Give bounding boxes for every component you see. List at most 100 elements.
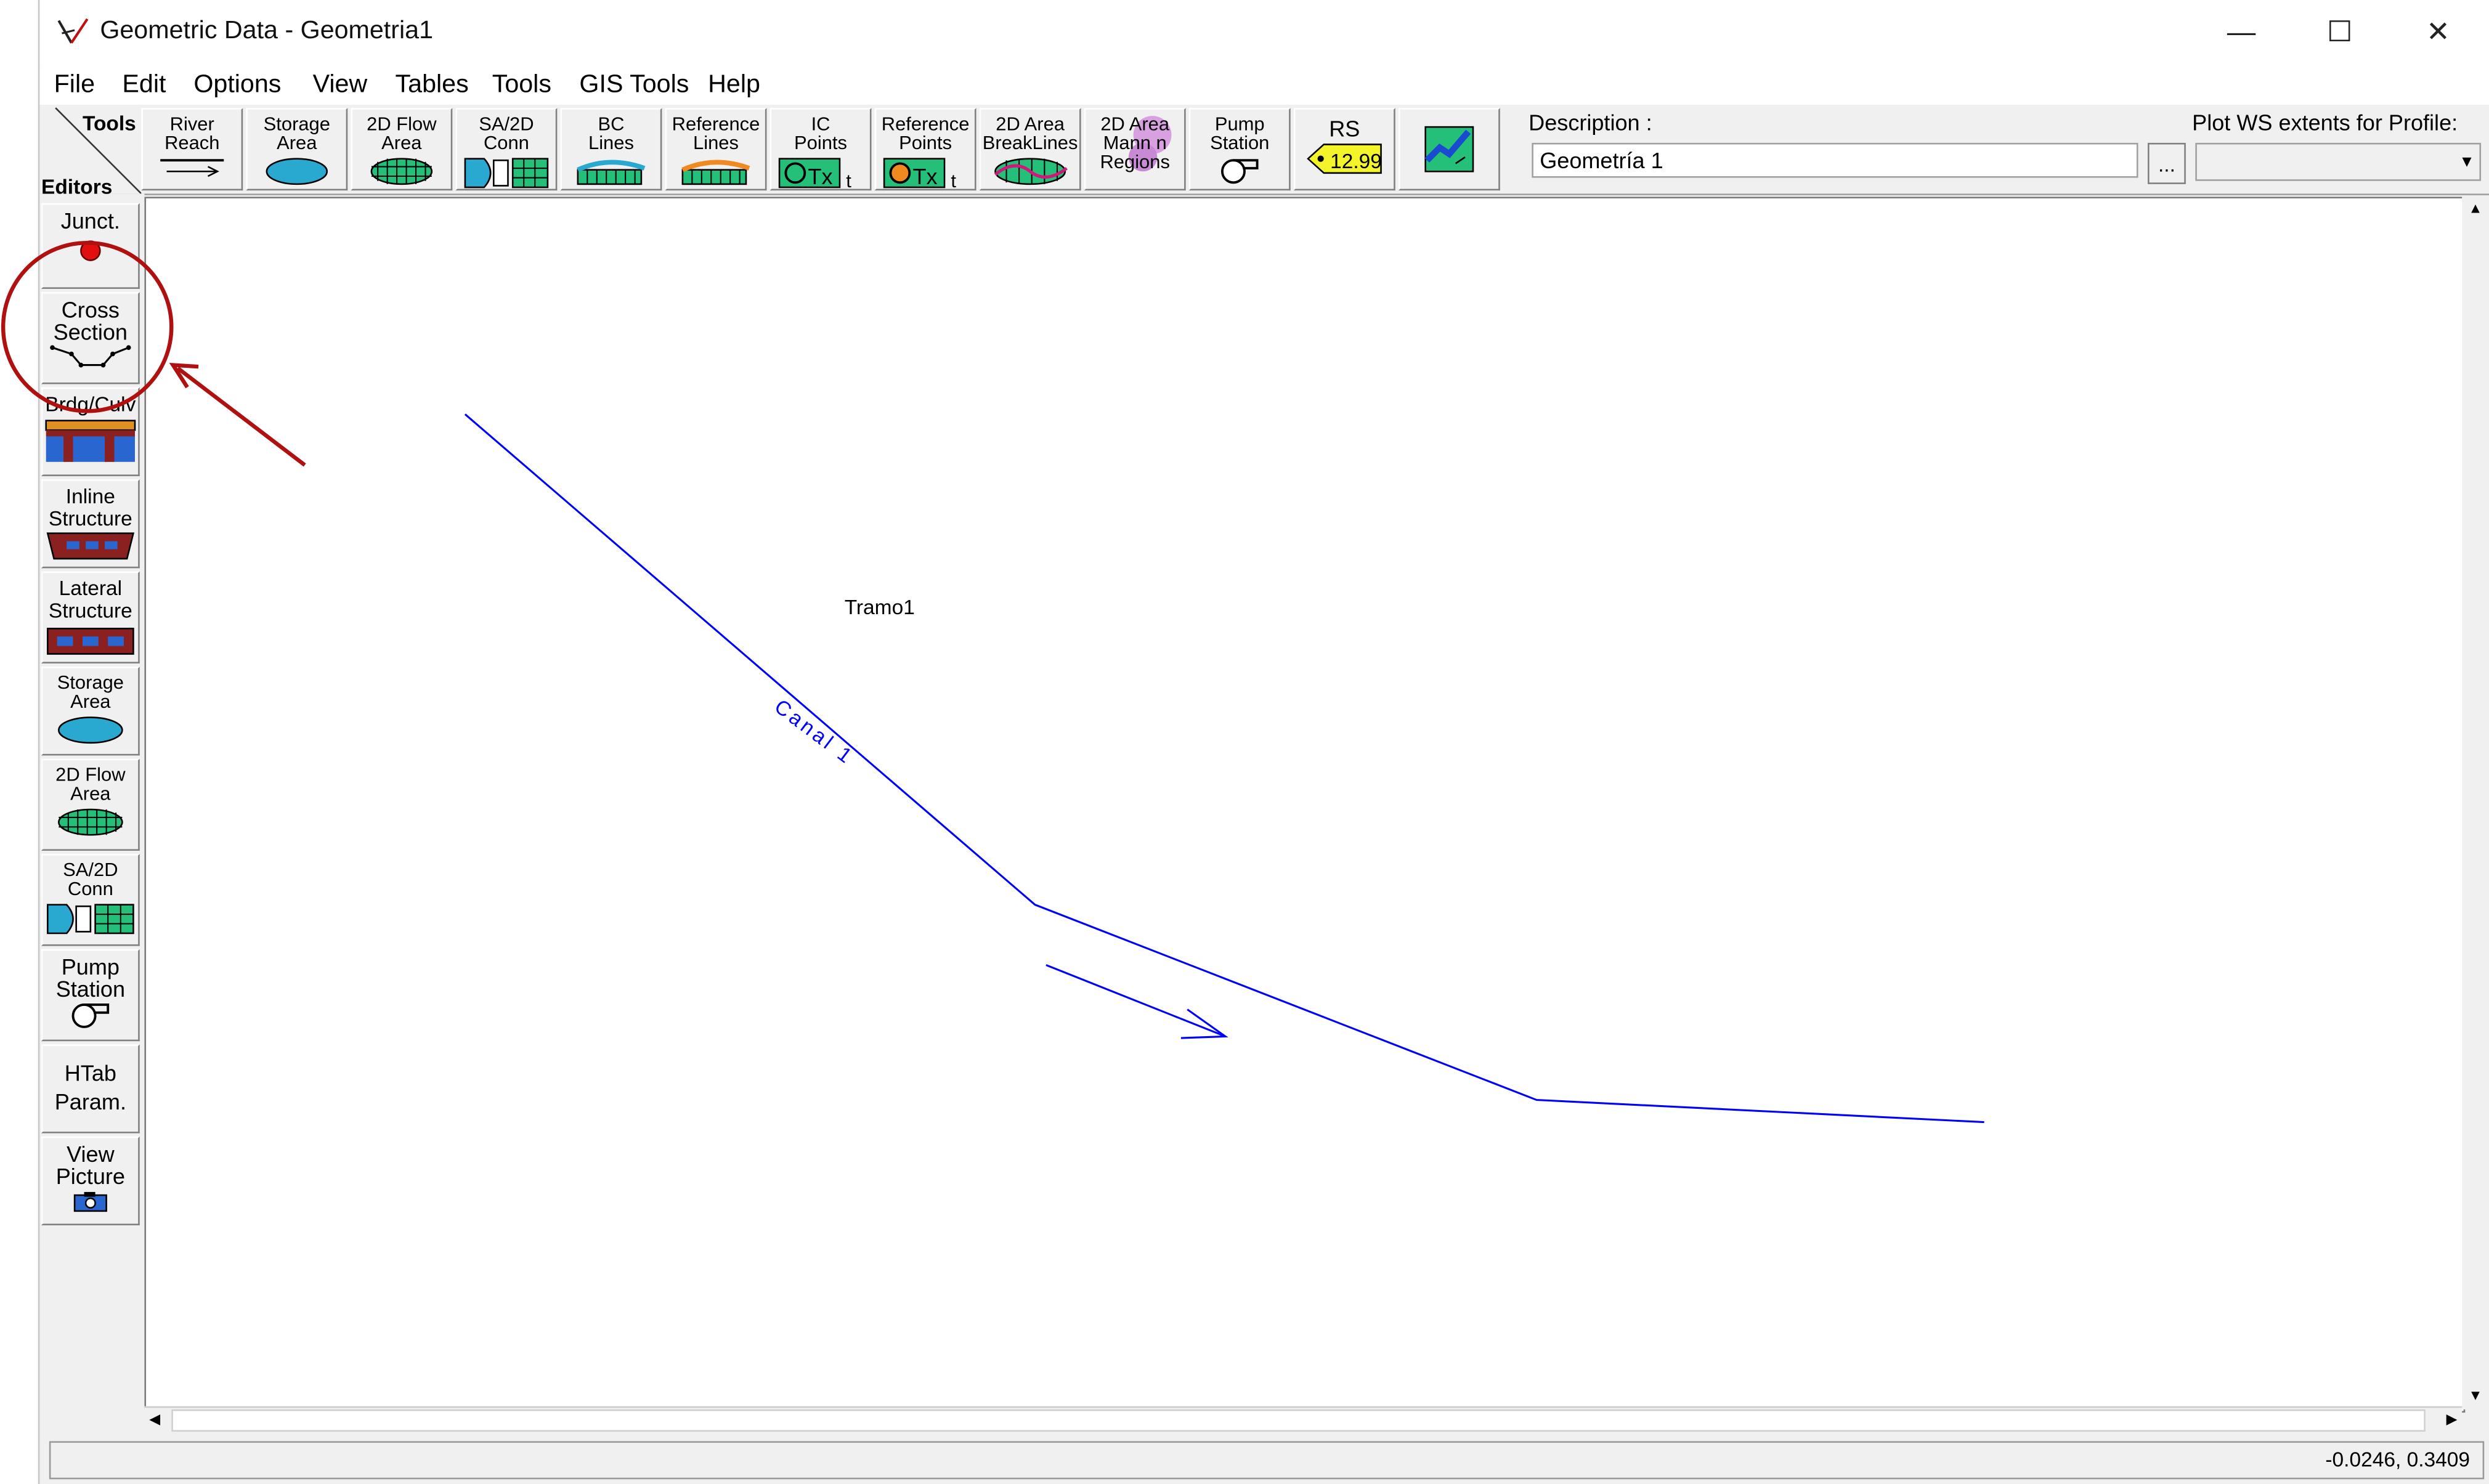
lateral-structure-editor-button[interactable]: Lateral Structure [41, 571, 140, 663]
svg-text:Tx: Tx [912, 164, 937, 189]
bc-lines-tool-button[interactable]: BC Lines [560, 108, 662, 191]
storage-area-icon [58, 716, 123, 744]
breaklines-icon [994, 158, 1068, 185]
chevron-down-icon: ▼ [2459, 153, 2475, 172]
maximize-button[interactable]: ☐ [2291, 0, 2389, 63]
description-browse-button[interactable]: ... [2148, 142, 2186, 184]
pump-station-tool-label: Pump Station [1210, 112, 1270, 154]
menu-help[interactable]: Help [708, 71, 760, 100]
pump-station-icon [71, 1003, 110, 1028]
menu-file[interactable]: File [54, 71, 95, 100]
breaklines-tool-label: 2D Area BreakLines [982, 112, 1078, 154]
menu-gis-tools[interactable]: GIS Tools [579, 71, 689, 100]
inline-structure-editor-label: Inline Structure [48, 484, 132, 530]
status-bar: -0.0246, 0.3409 [49, 1441, 2485, 1480]
storage-area-tool-button[interactable]: Storage Area [246, 108, 348, 191]
ic-points-tool-label: IC Points [794, 112, 848, 154]
description-input[interactable] [1532, 142, 2138, 178]
pump-station-tool-button[interactable]: Pump Station [1188, 108, 1291, 191]
river-reach-button[interactable]: River Reach [141, 108, 243, 191]
storage-area-tool-label: Storage Area [263, 112, 330, 154]
2d-flow-area-editor-button[interactable]: 2D Flow Area [41, 758, 140, 851]
horizontal-scroll-thumb[interactable] [171, 1409, 2426, 1432]
pump-station-editor-button[interactable]: Pump Station [41, 949, 140, 1042]
sa-2d-conn-tool-label: SA/2D Conn [479, 112, 534, 154]
reference-lines-icon [681, 160, 750, 185]
svg-text:t: t [951, 170, 956, 190]
bc-lines-icon [577, 160, 646, 185]
rs-tool-button[interactable]: RS 12.99 [1293, 108, 1395, 191]
description-label: Description : [1529, 109, 1652, 136]
reference-points-tool-button[interactable]: Reference Points Tx t [874, 108, 977, 191]
rs-tag-icon: 12.99 [1307, 144, 1382, 174]
inline-structure-editor-button[interactable]: Inline Structure [41, 479, 140, 569]
reference-lines-tool-button[interactable]: Reference Lines [665, 108, 767, 191]
flow-direction-arrow [1046, 964, 1228, 1039]
scroll-up-icon[interactable]: ▲ [2468, 200, 2482, 216]
rs-tag-value: 12.99 [1330, 150, 1382, 173]
menu-edit[interactable]: Edit [122, 71, 166, 100]
scroll-left-icon[interactable]: ◀ [149, 1411, 160, 1429]
minimize-icon: — [2227, 15, 2256, 47]
window-title: Geometric Data - Geometria1 [100, 17, 434, 45]
2d-flow-area-tool-label: 2D Flow Area [367, 112, 437, 154]
close-button[interactable]: ✕ [2389, 0, 2488, 63]
bridge-culvert-editor-button[interactable]: Brdg/Culv [41, 387, 140, 476]
editors-label: Editors [41, 174, 113, 199]
horizontal-scrollbar[interactable]: ◀ ▶ [144, 1406, 2463, 1435]
mann-n-regions-tool-button[interactable]: 2D Area Mann n Regions [1084, 108, 1186, 191]
view-picture-editor-button[interactable]: View Picture [41, 1136, 140, 1226]
camera-icon [73, 1191, 107, 1212]
ic-points-tool-button[interactable]: IC Points Tx t [769, 108, 872, 191]
scroll-right-icon[interactable]: ▶ [2446, 1411, 2458, 1429]
htab-param-editor-button[interactable]: HTab Param. [41, 1044, 140, 1133]
storage-area-editor-button[interactable]: Storage Area [41, 667, 140, 756]
svg-text:t: t [846, 170, 851, 190]
river-reach-icon [160, 159, 224, 177]
plot-ws-profile-select[interactable]: ▼ [2195, 142, 2482, 181]
menu-tables[interactable]: Tables [396, 71, 469, 100]
sa-2d-conn-tool-button[interactable]: SA/2D Conn [455, 108, 558, 191]
scroll-down-icon[interactable]: ▼ [2468, 1387, 2482, 1403]
junction-editor-label: Junct. [60, 208, 120, 233]
map-icon [1424, 126, 1474, 172]
bridge-culvert-editor-label: Brdg/Culv [45, 392, 136, 416]
menu-options[interactable]: Options [193, 71, 281, 100]
close-icon: ✕ [2426, 15, 2450, 47]
minimize-button[interactable]: — [2192, 0, 2291, 63]
sa-2d-conn-editor-button[interactable]: SA/2D Conn [41, 854, 140, 946]
plot-ws-label: Plot WS extents for Profile: [2192, 109, 2458, 136]
river-label: Canal 1 [770, 695, 858, 770]
ic-points-icon: Tx t [778, 158, 851, 190]
geometry-canvas[interactable]: Tramo1 Canal 1 [144, 197, 2466, 1413]
2d-flow-area-icon [370, 158, 433, 185]
sa-2d-conn-editor-label: SA/2D Conn [63, 858, 118, 900]
menu-bar: File Edit Options View Tables Tools GIS … [39, 67, 2489, 105]
junction-icon [80, 240, 101, 261]
2d-flow-area-editor-label: 2D Flow Area [55, 763, 126, 805]
vertical-scrollbar[interactable]: ▲ ▼ [2462, 197, 2489, 1409]
screen-root: Geometric Data - Geometria1 — ☐ ✕ File E… [0, 0, 2489, 1484]
junction-editor-button[interactable]: Junct. [41, 203, 140, 289]
2d-flow-area-tool-button[interactable]: 2D Flow Area [351, 108, 453, 191]
storage-area-editor-label: Storage Area [57, 671, 124, 713]
reference-points-tool-label: Reference Points [881, 112, 970, 154]
cursor-coordinates: -0.0246, 0.3409 [2325, 1447, 2471, 1472]
river-reach-line[interactable] [464, 413, 1984, 1124]
title-bar: Geometric Data - Geometria1 — ☐ ✕ [39, 0, 2489, 67]
menu-tools[interactable]: Tools [492, 71, 551, 100]
breaklines-tool-button[interactable]: 2D Area BreakLines [979, 108, 1081, 191]
inline-structure-icon [46, 532, 135, 560]
reference-lines-tool-label: Reference Lines [672, 112, 760, 154]
sa-2d-conn-icon [464, 158, 549, 189]
menu-view[interactable]: View [313, 71, 368, 100]
hec-ras-app-icon [57, 18, 89, 44]
geometric-data-window: Geometric Data - Geometria1 — ☐ ✕ File E… [38, 0, 2489, 1484]
htab-param-editor-label: HTab Param. [54, 1060, 126, 1114]
cross-section-editor-label: Cross Section [53, 296, 128, 345]
river-drawing: Tramo1 Canal 1 [464, 413, 1984, 1124]
2d-flow-area-icon [58, 808, 123, 836]
cross-section-editor-button[interactable]: Cross Section [41, 292, 140, 384]
map-tool-button[interactable] [1398, 108, 1500, 191]
sa-2d-conn-icon [47, 904, 134, 935]
